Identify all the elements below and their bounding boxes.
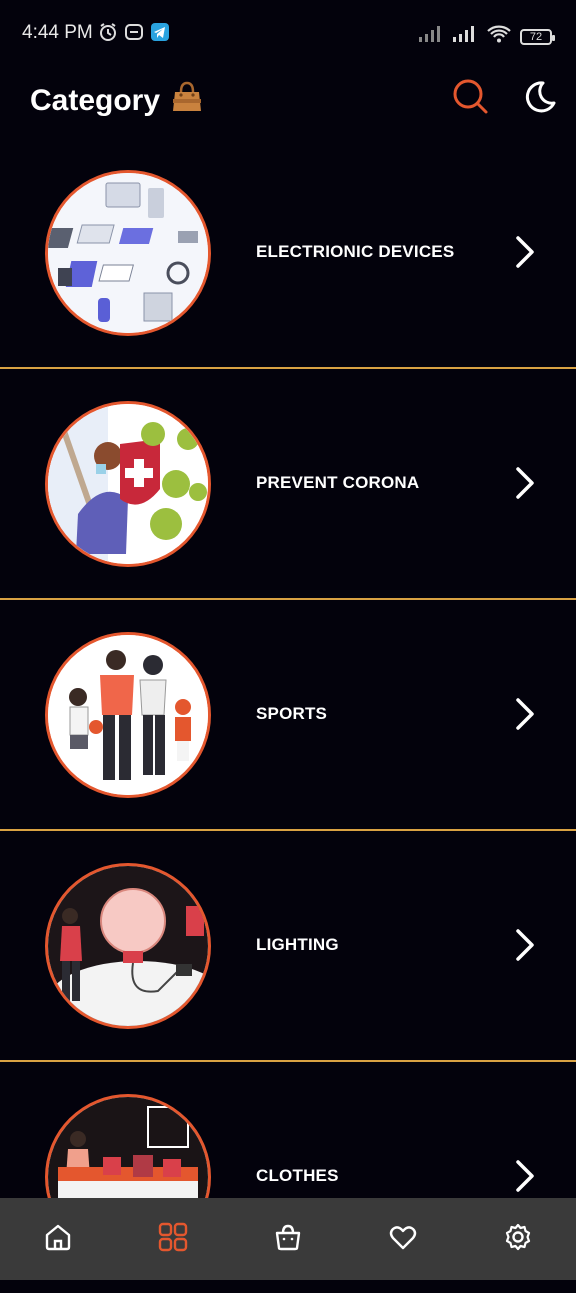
gear-icon [503, 1222, 533, 1257]
chevron-right-icon [510, 1158, 540, 1194]
electronic-devices-image [45, 170, 211, 336]
dark-mode-toggle[interactable] [520, 78, 560, 118]
category-label: PREVENT CORONA [256, 473, 420, 492]
sports-family-image [45, 632, 211, 798]
grid-icon [157, 1221, 189, 1258]
signal-icon [418, 25, 444, 48]
alarm-icon [98, 22, 118, 47]
app-header: Category [0, 68, 576, 138]
category-label: LIGHTING [256, 935, 339, 954]
category-row-lighting[interactable]: LIGHTING [0, 831, 576, 1062]
app-icon [124, 22, 144, 47]
telegram-icon [150, 22, 170, 47]
battery-icon: 72 [520, 28, 555, 45]
moon-icon [523, 79, 557, 118]
nav-cart[interactable] [258, 1209, 318, 1269]
home-icon [43, 1222, 73, 1257]
shopping-bag-emoji-icon [170, 80, 204, 122]
shopping-bag-icon [273, 1222, 303, 1257]
category-row-sports[interactable]: SPORTS [0, 600, 576, 831]
category-label: ELECTRIONIC DEVICES [256, 242, 455, 261]
chevron-right-icon [510, 234, 540, 270]
lightbulb-image [45, 863, 211, 1029]
heart-icon [388, 1222, 418, 1257]
prevent-corona-image [45, 401, 211, 567]
category-label: SPORTS [256, 704, 328, 723]
bottom-nav [0, 1198, 576, 1280]
category-row-electronic-devices[interactable]: ELECTRIONIC DEVICES [0, 138, 576, 369]
status-bar: 4:44 PM 72 [0, 0, 576, 68]
search-icon [451, 77, 489, 120]
search-button[interactable] [450, 78, 490, 118]
category-row-prevent-corona[interactable]: PREVENT CORONA [0, 369, 576, 600]
nav-category[interactable] [143, 1209, 203, 1269]
nav-settings[interactable] [488, 1209, 548, 1269]
category-label: CLOTHES [256, 1166, 339, 1185]
chevron-right-icon [510, 696, 540, 732]
signal-icon [452, 25, 478, 48]
chevron-right-icon [510, 927, 540, 963]
status-time: 4:44 PM [22, 22, 93, 43]
nav-wishlist[interactable] [373, 1209, 433, 1269]
page-title: Category [30, 84, 161, 117]
chevron-right-icon [510, 465, 540, 501]
nav-home[interactable] [28, 1209, 88, 1269]
wifi-icon [486, 24, 512, 49]
category-list: ELECTRIONIC DEVICES PREVENT CORONA SPORT… [0, 138, 576, 1293]
